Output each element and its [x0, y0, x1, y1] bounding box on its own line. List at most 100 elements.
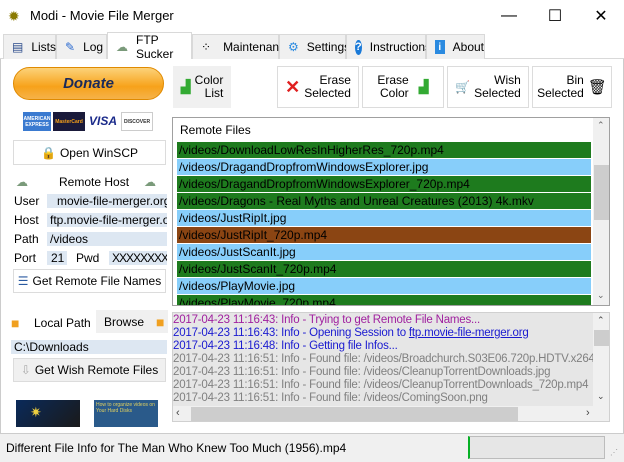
remote-files-list[interactable]: Remote Files /videos/DownloadLowResInHig… — [172, 117, 610, 306]
user-label: User — [14, 194, 40, 208]
edit-icon: ✎ — [65, 40, 76, 54]
log-box[interactable]: 2017-04-23 11:16:43: Info - Trying to ge… — [172, 312, 610, 422]
spinner-icon: ⁘ — [201, 40, 212, 54]
file-row[interactable]: /videos/JustRipIt.jpg — [177, 210, 591, 226]
tab-label: Instructions — [369, 40, 432, 54]
folder-icon: ■ — [156, 313, 165, 330]
cloud-icon: ☁ — [144, 175, 156, 189]
tab-bar: ▤ Lists ✎ Log ☁ FTP Sucker ⁘ Maintenance ⚙ Se… — [0, 32, 624, 61]
promo-image-1[interactable]: ✷ — [16, 400, 80, 427]
log-line: 2017-04-23 11:16:51: Info - Found file: … — [173, 353, 593, 366]
port-label: Port — [14, 251, 37, 265]
scrollbar-thumb[interactable] — [594, 330, 609, 346]
tab-about[interactable]: i About — [426, 34, 485, 59]
log-link[interactable]: ftp.movie-file-merger.org — [409, 327, 529, 339]
window-title: Modi - Movie File Merger — [30, 8, 174, 23]
file-row[interactable]: /videos/JustRipIt_720p.mp4 — [177, 227, 591, 243]
promo-image-2[interactable]: How to organize videos on Your Hard Disk… — [94, 400, 158, 427]
tab-settings[interactable]: ⚙ Settings — [279, 34, 350, 59]
status-text: Different File Info for The Man Who Knew… — [6, 441, 347, 455]
bar-chart-icon: ▟ — [180, 79, 191, 94]
resize-grip-icon[interactable]: ⋰ — [610, 448, 618, 457]
file-row[interactable]: /videos/PlayMovie.jpg — [177, 278, 591, 294]
status-bar: Different File Info for The Man Who Knew… — [0, 433, 624, 462]
log-line: 2017-04-23 11:16:51: Info - Found file: … — [173, 379, 589, 392]
button-label: Erase — [377, 73, 409, 87]
button-label: Selected — [537, 86, 584, 100]
path-field[interactable]: /videos — [47, 232, 167, 246]
tab-maintenance[interactable]: ⁘ Maintenance — [192, 34, 292, 59]
local-path-label: Local Path — [34, 316, 91, 330]
scroll-right-icon[interactable]: › — [586, 407, 590, 419]
file-row[interactable]: /videos/DragandDropfromWindowsExplorer.j… — [177, 159, 591, 175]
user-field[interactable]: movie-file-merger.org — [47, 194, 167, 208]
scroll-up-icon[interactable]: ⌃ — [597, 315, 605, 326]
remote-files-header: Remote Files — [180, 123, 251, 137]
tab-label: Lists — [31, 40, 57, 54]
maximize-button[interactable]: ☐ — [532, 0, 578, 32]
button-label: Browse — [104, 314, 145, 329]
erase-color-button[interactable]: Erase Color ▟ — [362, 66, 444, 108]
log-line: 2017-04-23 11:16:48: Info - Getting file… — [173, 340, 398, 353]
log-horizontal-scrollbar[interactable]: ‹ › — [173, 406, 609, 421]
donate-button[interactable]: Donate — [13, 67, 164, 100]
local-path-field[interactable]: C:\Downloads — [11, 340, 167, 354]
minimize-button[interactable]: — — [486, 0, 532, 32]
file-row[interactable]: /videos/JustScanIt_720p.mp4 — [177, 261, 591, 277]
scroll-up-icon[interactable]: ⌃ — [597, 120, 605, 131]
folder-icon: ■ — [11, 315, 20, 331]
log-vertical-scrollbar[interactable]: ⌃ ⌄ — [593, 313, 609, 406]
tab-label: About — [452, 40, 484, 54]
file-row[interactable]: /videos/DownloadLowResInHigherRes_720p.m… — [177, 142, 591, 158]
button-label: Color — [194, 73, 224, 87]
wish-selected-button[interactable]: 🛒 Wish Selected — [447, 66, 529, 108]
winscp-icon: 🔒 — [41, 145, 56, 160]
scrollbar-thumb[interactable] — [594, 165, 609, 220]
log-line: 2017-04-23 11:16:51: Info - Found file: … — [173, 392, 488, 405]
scrollbar-thumb[interactable] — [191, 407, 518, 421]
bin-selected-button[interactable]: Bin Selected 🗑 — [532, 66, 612, 108]
log-line: 2017-04-23 11:16:43: Info - Opening Sess… — [173, 327, 529, 340]
bar-chart-icon: ▟ — [418, 79, 429, 94]
get-remote-file-names-button[interactable]: ☰ Get Remote File Names — [13, 269, 166, 293]
pwd-label: Pwd — [76, 251, 100, 265]
trash-icon: 🗑 — [587, 79, 607, 96]
vertical-scrollbar[interactable]: ⌃ ⌄ — [593, 118, 609, 305]
tab-log[interactable]: ✎ Log — [56, 34, 107, 59]
mastercard-logo: MasterCard — [53, 112, 85, 131]
tab-instructions[interactable]: ? Instructions — [346, 34, 431, 59]
scroll-left-icon[interactable]: ‹ — [176, 407, 180, 419]
scroll-down-icon[interactable]: ⌄ — [597, 290, 605, 301]
log-text: 2017-04-23 11:16:51: Info - Found file: … — [173, 353, 593, 365]
close-button[interactable]: ✕ — [578, 0, 624, 32]
tab-ftp-sucker[interactable]: ☁ FTP Sucker — [107, 32, 192, 61]
cart-icon: 🛒 — [455, 80, 471, 94]
file-row[interactable]: /videos/PlayMovie_720p.mp4 — [177, 295, 591, 305]
button-label: Bin — [566, 73, 584, 87]
app-icon: ✹ — [8, 8, 20, 24]
button-label: Wish — [494, 73, 521, 87]
password-field[interactable]: XXXXXXXX — [109, 251, 167, 265]
button-label: Erase — [319, 73, 351, 87]
file-row[interactable]: /videos/DragandDropfromWindowsExplorer_7… — [177, 176, 591, 192]
open-winscp-button[interactable]: 🔒 Open WinSCP — [13, 140, 166, 165]
cloud-icon: ☁ — [116, 39, 128, 54]
file-row[interactable]: /videos/Dragons - Real Myths and Unreal … — [177, 193, 591, 209]
tab-label: Settings — [306, 40, 351, 54]
button-label: Get Wish Remote Files — [34, 363, 159, 377]
discover-logo: DISCOVER — [121, 112, 153, 131]
scroll-down-icon[interactable]: ⌄ — [597, 391, 605, 402]
help-icon: ? — [355, 39, 362, 55]
tab-label: FTP Sucker — [136, 32, 174, 61]
erase-selected-button[interactable]: ✕ Erase Selected — [277, 66, 359, 108]
host-field[interactable]: ftp.movie-file-merger.org — [47, 213, 167, 227]
tab-lists[interactable]: ▤ Lists — [3, 34, 56, 59]
button-label: Color — [379, 86, 409, 100]
port-field[interactable]: 21 — [47, 251, 67, 265]
log-text: 2017-04-23 11:16:43: Info - Trying to ge… — [173, 314, 481, 326]
browse-button[interactable]: Browse ■ — [96, 310, 168, 333]
star-icon: ✷ — [30, 404, 42, 420]
file-row[interactable]: /videos/JustScanIt.jpg — [177, 244, 591, 260]
get-wish-remote-files-button[interactable]: ⇩ Get Wish Remote Files — [13, 358, 166, 382]
color-list-button[interactable]: ▟ Color List — [173, 66, 231, 108]
